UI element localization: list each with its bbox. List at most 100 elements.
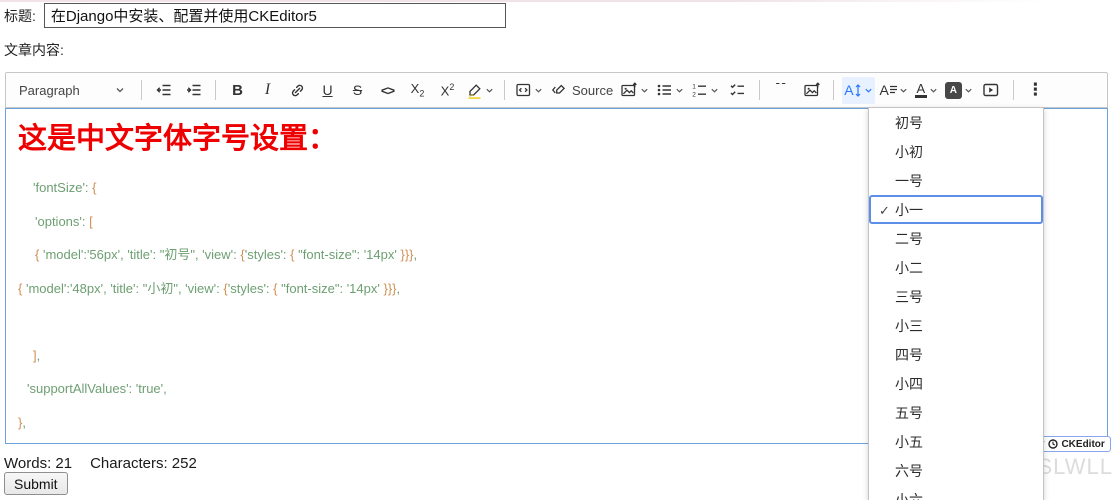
image-upload-icon [803,82,821,98]
title-label: 标题: [4,6,36,26]
font-size-option[interactable]: 初号 [869,108,1043,137]
toolbar-separator [504,80,505,100]
highlight-icon [466,82,483,99]
paragraph-dropdown-label: Paragraph [19,83,80,98]
font-size-option[interactable]: 三号 [869,282,1043,311]
submit-button[interactable]: Submit [4,472,68,495]
block-quote-button[interactable]: “ [768,77,795,104]
words-count: Words: 21 [4,455,72,472]
ckeditor-logo-icon [1048,439,1058,449]
font-size-option-label: 一号 [895,171,923,191]
chevron-down-icon [964,86,973,95]
chevron-down-icon [485,86,494,95]
toolbar-separator [141,80,142,100]
link-icon [289,82,306,99]
font-background-color-icon: A [945,82,962,99]
font-color-icon: A [915,83,927,98]
bulleted-list-button[interactable] [654,77,686,104]
font-size-dropdown-panel: 初号 小初 一号 ✓ 小一 二号 小二 三号 [868,107,1044,500]
font-size-option-label: 小三 [895,316,923,336]
font-background-color-button[interactable]: A [943,77,975,104]
font-size-option[interactable]: 一号 [869,166,1043,195]
title-row: 标题: [4,3,506,28]
font-size-option-label: 五号 [895,403,923,423]
underline-button[interactable]: U [314,77,341,104]
code-button[interactable]: <> [374,77,401,104]
chevron-down-icon [929,86,938,95]
toolbar-separator [1013,80,1014,100]
font-size-option[interactable]: 小二 [869,253,1043,282]
image-upload-button[interactable] [798,77,825,104]
font-color-button[interactable]: A [913,77,940,104]
strikethrough-button[interactable]: S [344,77,371,104]
source-editing-icon [550,82,567,98]
show-more-button[interactable]: ⋮ [1022,77,1049,104]
italic-button[interactable]: I [254,77,281,104]
chevron-down-icon [710,86,719,95]
content-label: 文章内容: [4,40,64,60]
code-block-button[interactable] [513,77,545,104]
font-size-option[interactable]: ✓ 小一 [869,195,1043,224]
source-button[interactable]: Source [548,77,615,104]
toolbar-separator [759,80,760,100]
code-block-icon [515,82,532,98]
image-upload-icon [620,82,638,98]
font-size-button[interactable]: A [842,77,874,104]
font-size-option-label: 二号 [895,229,923,249]
screen-edge-artifact [0,0,1045,2]
font-size-option[interactable]: 五号 [869,398,1043,427]
kebab-menu-icon: ⋮ [1027,80,1044,100]
outdent-icon [155,82,172,98]
font-size-option[interactable]: 小四 [869,369,1043,398]
bold-button[interactable]: B [224,77,251,104]
chevron-down-icon [675,86,684,95]
font-size-option[interactable]: 小五 [869,427,1043,456]
numbered-list-button[interactable]: 12 [689,77,721,104]
font-size-option[interactable]: 六号 [869,456,1043,485]
todo-list-icon [729,82,746,98]
characters-count: Characters: 252 [90,455,197,472]
subscript-button[interactable]: X2 [404,77,431,104]
chevron-down-icon [115,85,125,95]
font-size-option-label: 小六 [895,490,923,500]
subscript-icon: X2 [411,81,425,99]
svg-text:2: 2 [692,91,696,98]
font-size-option-label: 六号 [895,461,923,481]
superscript-button[interactable]: X2 [434,77,461,104]
font-family-icon: A [880,82,897,98]
indent-button[interactable] [180,77,207,104]
title-input[interactable] [44,3,506,28]
highlight-button[interactable] [464,77,496,104]
toolbar-separator [215,80,216,100]
toolbar-separator [833,80,834,100]
indent-icon [185,82,202,98]
font-size-option[interactable]: 四号 [869,340,1043,369]
superscript-icon: X2 [441,82,455,98]
svg-text:1: 1 [692,83,696,90]
font-size-option-label: 小初 [895,142,923,162]
bold-icon: B [232,82,243,99]
italic-icon: I [265,81,270,99]
numbered-list-icon: 12 [691,82,708,98]
todo-list-button[interactable] [724,77,751,104]
font-size-option[interactable]: 小三 [869,311,1043,340]
inline-code-icon: <> [381,83,394,98]
font-size-option-label: 小四 [895,374,923,394]
insert-image-button[interactable] [618,77,651,104]
chevron-down-icon [864,86,873,95]
font-size-option-label: 小五 [895,432,923,452]
font-size-option-label: 三号 [895,287,923,307]
chevron-down-icon [899,86,908,95]
paragraph-dropdown[interactable]: Paragraph [11,77,133,104]
media-embed-button[interactable] [978,77,1005,104]
chevron-down-icon [534,86,543,95]
font-size-option-label: 四号 [895,345,923,365]
outdent-button[interactable] [150,77,177,104]
font-size-option[interactable]: 小六 [869,485,1043,500]
font-family-button[interactable]: A [878,77,910,104]
check-icon: ✓ [879,203,890,219]
link-button[interactable] [284,77,311,104]
font-size-option[interactable]: 小初 [869,137,1043,166]
editor-toolbar: Paragraph B I U S <> X2 X2 [5,72,1108,108]
font-size-option[interactable]: 二号 [869,224,1043,253]
